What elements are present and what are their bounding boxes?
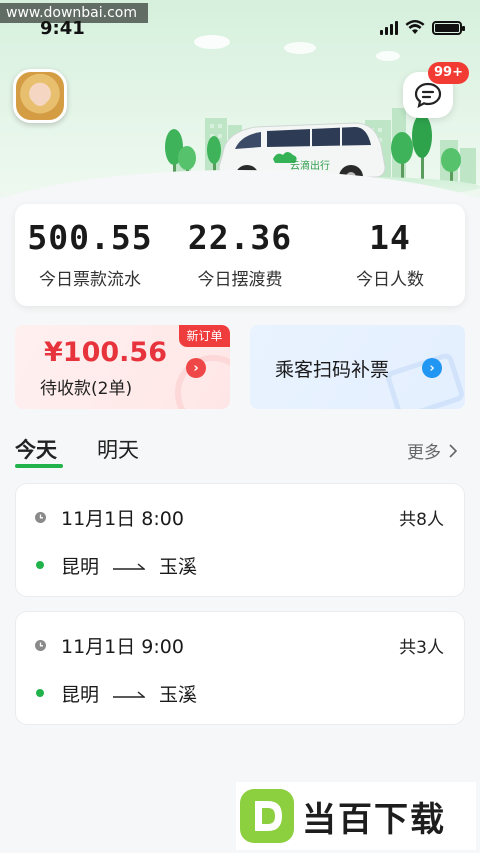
stat-shuttle-fee[interactable]: 22.36 今日摆渡费 (165, 204, 315, 306)
clock-icon (35, 640, 46, 651)
trip-passenger-count: 共3人 (399, 638, 444, 658)
route-destination: 玉溪 (159, 684, 198, 706)
pending-label: 待收款(2单) (40, 379, 133, 399)
status-icons (380, 20, 465, 35)
wifi-icon (405, 20, 425, 34)
trip-route: 昆明 玉溪 (61, 680, 197, 707)
chat-bubble-icon (414, 82, 442, 108)
cellular-signal-icon (380, 20, 398, 35)
stat-label: 今日摆渡费 (197, 270, 283, 290)
trip-datetime: 11月1日 8:00 (61, 508, 184, 530)
logo-mark-icon (240, 789, 294, 843)
battery-icon (432, 20, 465, 35)
avatar[interactable] (13, 69, 67, 123)
download-site-logo: 当百下载 (236, 782, 476, 850)
stat-value: 22.36 (187, 218, 293, 257)
stat-ticket-revenue[interactable]: 500.55 今日票款流水 (15, 204, 165, 306)
chevron-right-icon[interactable]: › (186, 358, 206, 378)
route-origin: 昆明 (61, 556, 100, 578)
trip-datetime: 11月1日 9:00 (61, 636, 184, 658)
trip-route: 昆明 玉溪 (61, 552, 197, 579)
route-dot-icon (36, 561, 44, 569)
route-origin: 昆明 (61, 684, 100, 706)
route-destination: 玉溪 (159, 556, 198, 578)
more-label: 更多 (407, 443, 441, 463)
scan-ticket-label: 乘客扫码补票 (275, 359, 390, 381)
stat-value: 14 (369, 218, 411, 257)
trip-card[interactable]: 11月1日 8:00 共8人 昆明 玉溪 (15, 483, 465, 597)
stat-value: 500.55 (27, 218, 153, 257)
clock-icon (35, 512, 46, 523)
route-arrow-icon (113, 690, 146, 698)
stat-label: 今日票款流水 (39, 270, 141, 290)
route-dot-icon (36, 689, 44, 697)
day-tabs: 今天 明天 (15, 434, 139, 470)
chevron-right-icon (449, 443, 457, 458)
new-order-tag: 新订单 (179, 325, 230, 347)
chevron-right-icon[interactable]: › (422, 358, 442, 378)
tab-today[interactable]: 今天 (15, 434, 63, 470)
stat-passenger-count[interactable]: 14 今日人数 (315, 204, 465, 306)
message-count-badge: 99+ (428, 62, 469, 84)
more-link[interactable]: 更多 (407, 438, 457, 463)
pending-payment-card[interactable]: ¥100.56 待收款(2单) 新订单 › (15, 325, 230, 409)
van-brand-label: 云滴出行 (290, 161, 330, 172)
scan-ticket-card[interactable]: 乘客扫码补票 › (250, 325, 465, 409)
stat-label: 今日人数 (356, 270, 424, 290)
pending-amount: ¥100.56 (44, 337, 167, 368)
tab-tomorrow[interactable]: 明天 (97, 434, 139, 470)
today-stats-card: 500.55 今日票款流水 22.36 今日摆渡费 14 今日人数 (15, 204, 465, 306)
route-arrow-icon (113, 562, 146, 570)
logo-text: 当百下载 (302, 799, 446, 840)
trip-passenger-count: 共8人 (399, 510, 444, 530)
status-time: 9:41 (40, 18, 85, 39)
trip-card[interactable]: 11月1日 9:00 共3人 昆明 玉溪 (15, 611, 465, 725)
